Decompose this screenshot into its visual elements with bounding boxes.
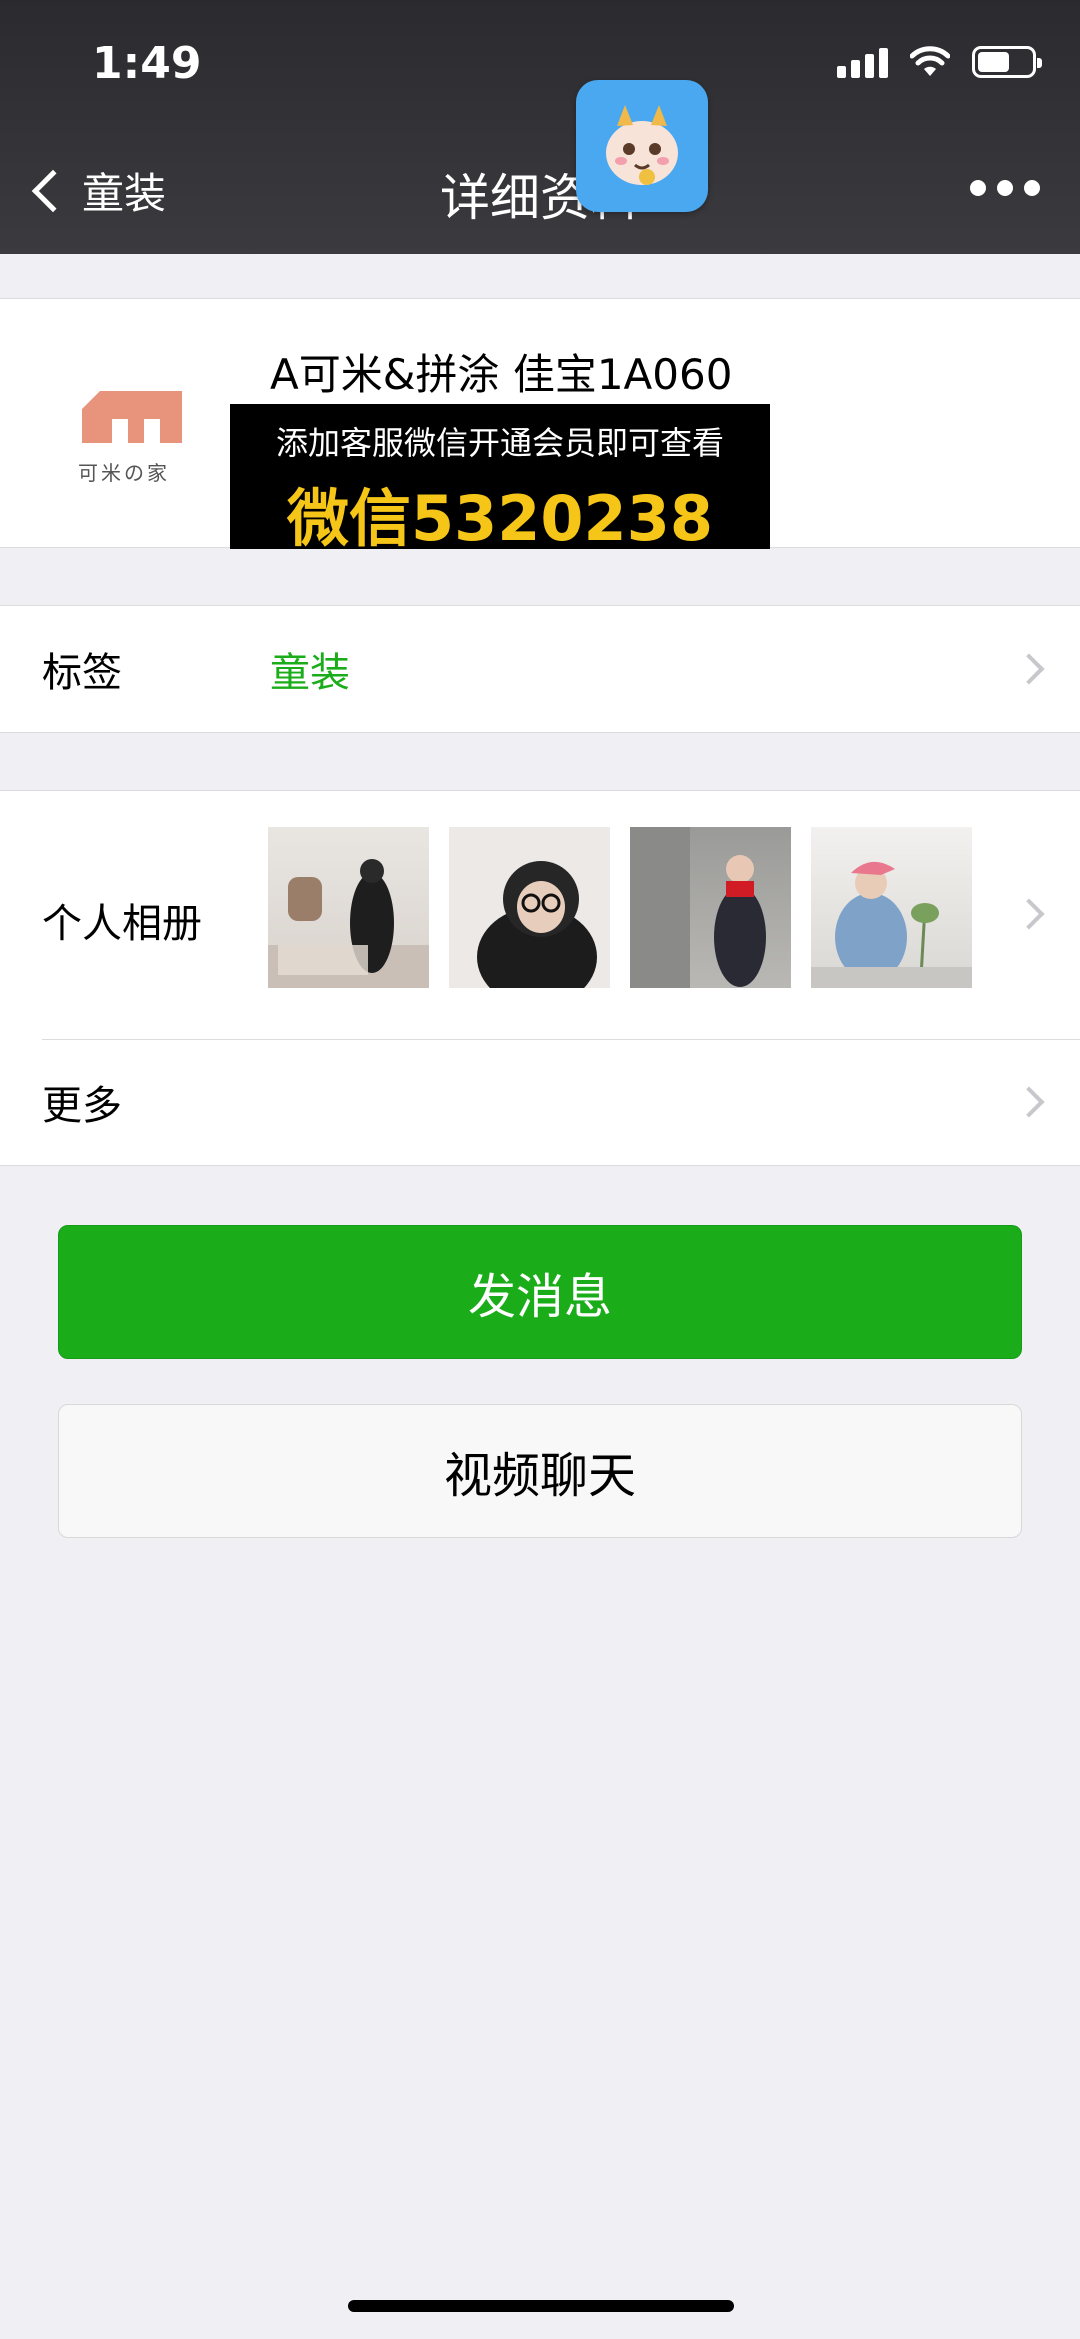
album-photo[interactable] [268, 827, 429, 988]
page-title: 详细资料 [440, 169, 640, 227]
album-thumbnails [268, 827, 972, 988]
home-indicator[interactable] [348, 2300, 734, 2312]
tag-section: 标签 童装 [0, 605, 1080, 733]
album-photo[interactable] [630, 827, 791, 988]
dot-icon [970, 180, 986, 196]
navigation-bar: 1:49 童装 详细资料 [0, 0, 1080, 254]
chevron-right-icon [1013, 898, 1045, 930]
video-call-button[interactable]: 视频聊天 [58, 1404, 1022, 1538]
status-icons [837, 46, 1042, 78]
chevron-right-icon [1013, 653, 1045, 685]
cellular-signal-icon [837, 46, 888, 78]
wifi-icon [910, 46, 950, 76]
album-photo[interactable] [449, 827, 610, 988]
more-options-button[interactable] [970, 180, 1040, 196]
cartoon-mascot-icon [606, 105, 678, 185]
chevron-right-icon [1013, 1086, 1045, 1118]
more-row[interactable]: 更多 [0, 1039, 1080, 1165]
album-label: 个人相册 [42, 901, 202, 947]
album-photo[interactable] [811, 827, 972, 988]
album-row[interactable]: 个人相册 [0, 791, 1080, 1039]
send-message-button[interactable]: 发消息 [58, 1225, 1022, 1359]
avatar[interactable]: 可米の家 [72, 371, 192, 491]
promo-text: 添加客服微信开通会员即可查看 [275, 424, 724, 462]
dot-icon [997, 180, 1013, 196]
promo-wechat-id: 微信5320238 [287, 482, 713, 555]
tag-row[interactable]: 标签 童装 [0, 606, 1080, 732]
status-time: 1:49 [92, 38, 202, 89]
battery-icon [972, 46, 1042, 78]
profile-name: A可米&拼涂 佳宝1A060 [270, 350, 733, 399]
album-section: 个人相册 更多 [0, 790, 1080, 1166]
profile-card[interactable]: 可米の家 A可米&拼涂 佳宝1A060 添加客服微信开通会员即可查看 微信532… [0, 298, 1080, 555]
promo-banner: 添加客服微信开通会员即可查看 微信5320238 [230, 404, 770, 555]
dot-icon [1024, 180, 1040, 196]
logo-text: 可米の家 [78, 461, 170, 485]
tag-value: 童装 [270, 650, 350, 696]
tag-label: 标签 [42, 650, 122, 696]
floating-app-icon[interactable] [576, 80, 708, 212]
more-label: 更多 [42, 1083, 122, 1129]
